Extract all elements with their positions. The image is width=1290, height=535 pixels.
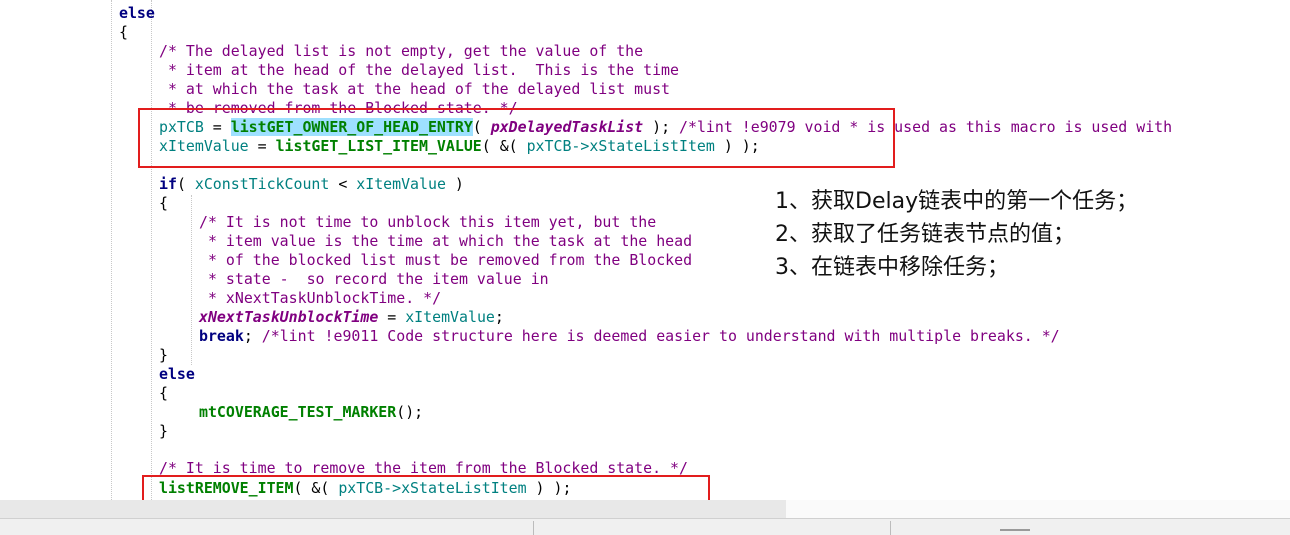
code-line: else xyxy=(119,4,155,23)
code-line: xNextTaskUnblockTime = xItemValue; xyxy=(199,308,504,327)
comment: * item value is the time at which the ta… xyxy=(199,232,693,250)
horizontal-scrollbar-track[interactable] xyxy=(786,500,1290,518)
comment: /* The delayed list is not empty, get th… xyxy=(159,42,644,60)
indent-guide xyxy=(111,0,112,500)
code-line: * of the blocked list must be removed fr… xyxy=(199,251,692,270)
code-line: /* The delayed list is not empty, get th… xyxy=(159,42,643,61)
code-line: * at which the task at the head of the d… xyxy=(159,80,670,99)
code-line: mtCOVERAGE_TEST_MARKER(); xyxy=(199,403,423,422)
code-line: * state - so record the item value in xyxy=(199,270,549,289)
keyword: else xyxy=(159,365,195,383)
operator: = xyxy=(378,308,406,326)
brace: { xyxy=(159,384,168,402)
keyword: if xyxy=(159,175,177,193)
comment: * state - so record the item value in xyxy=(199,270,549,288)
keyword: break xyxy=(199,327,244,345)
annotation-note-1: 1、获取Delay链表中的第一个任务； xyxy=(775,189,1139,214)
paren: ( xyxy=(176,175,195,193)
code-line: break; /*lint !e9011 Code structure here… xyxy=(199,327,1060,346)
keyword: else xyxy=(119,4,155,22)
code-line: } xyxy=(159,422,168,441)
code-line: } xyxy=(159,346,168,365)
brace: { xyxy=(119,23,128,41)
semicolon: ; xyxy=(243,327,262,345)
code-line: { xyxy=(159,194,168,213)
brace: } xyxy=(159,346,168,364)
comment: * of the blocked list must be removed fr… xyxy=(199,251,693,269)
paren: ) xyxy=(445,175,464,193)
comment: * xNextTaskUnblockTime. */ xyxy=(199,289,442,307)
code-line: else xyxy=(159,365,195,384)
brace: } xyxy=(159,422,168,440)
code-line: * xNextTaskUnblockTime. */ xyxy=(199,289,441,308)
code-editor[interactable]: else { /* The delayed list is not empty,… xyxy=(0,0,1290,500)
comment: /*lint !e9011 Code structure here is dee… xyxy=(261,327,1060,345)
comment: * item at the head of the delayed list. … xyxy=(159,61,679,79)
code-line: * item at the head of the delayed list. … xyxy=(159,61,679,80)
comment: * at which the task at the head of the d… xyxy=(159,80,671,98)
paren: (); xyxy=(396,403,424,421)
code-line: { xyxy=(159,384,168,403)
horizontal-scrollbar-thumb[interactable] xyxy=(0,500,786,518)
status-separator xyxy=(533,521,534,535)
code-line: * item value is the time at which the ta… xyxy=(199,232,692,251)
comment: /* It is not time to unblock this item y… xyxy=(199,213,657,231)
annotation-note-3: 3、在链表中移除任务； xyxy=(775,255,1009,280)
function-call: mtCOVERAGE_TEST_MARKER xyxy=(199,403,397,421)
annotation-note-2: 2、获取了任务链表节点的值； xyxy=(775,222,1075,247)
variable: xItemValue xyxy=(356,175,446,193)
annotation-box-1 xyxy=(138,108,895,168)
variable: xConstTickCount xyxy=(194,175,330,193)
code-line: if( xConstTickCount < xItemValue ) xyxy=(159,175,464,194)
status-separator xyxy=(890,521,891,535)
status-bar xyxy=(0,518,1290,535)
indent-guide xyxy=(191,195,192,365)
variable: xItemValue xyxy=(405,308,495,326)
global-variable: xNextTaskUnblockTime xyxy=(199,308,379,326)
code-line: /* It is not time to unblock this item y… xyxy=(199,213,656,232)
indent-guide xyxy=(151,0,152,500)
code-line: { xyxy=(119,23,128,42)
annotation-box-3 xyxy=(142,475,710,500)
operator: < xyxy=(329,175,357,193)
status-indicator xyxy=(1000,529,1030,531)
semicolon: ; xyxy=(494,308,504,326)
brace: { xyxy=(159,194,168,212)
